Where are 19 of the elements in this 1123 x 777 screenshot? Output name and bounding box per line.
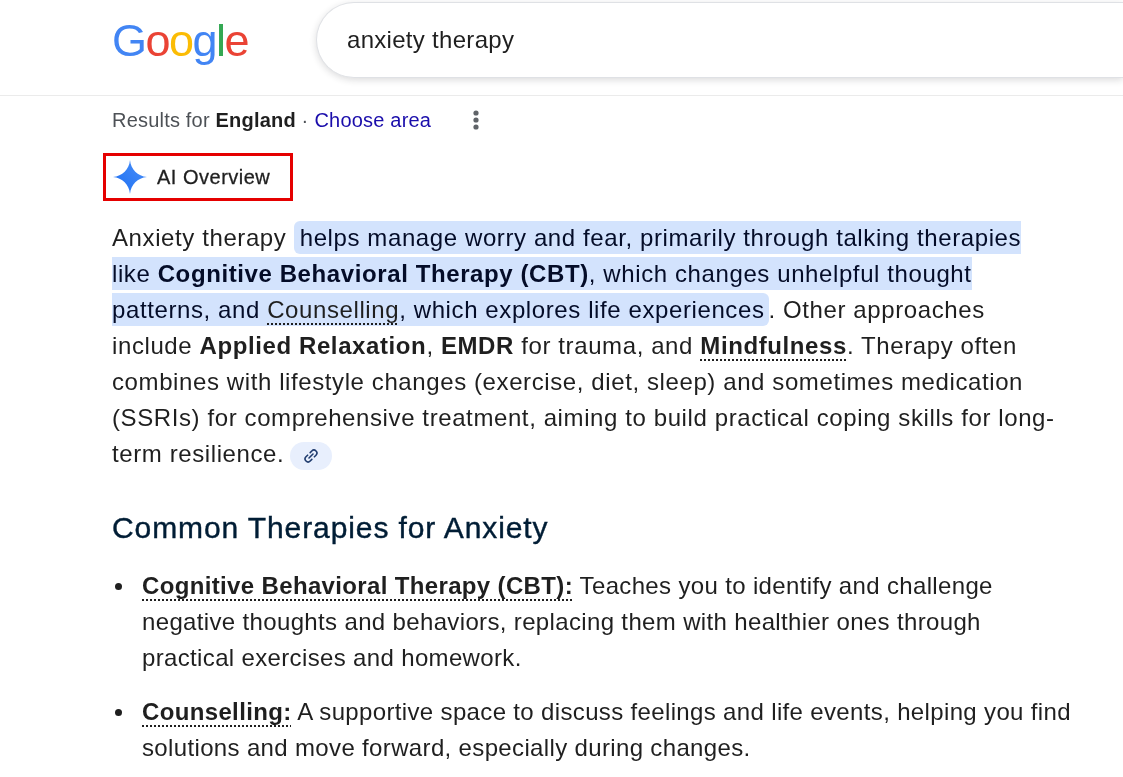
term-link[interactable]: Mindfulness	[700, 332, 847, 359]
ai-overview-title: AI Overview	[157, 165, 271, 190]
bullet-icon	[115, 583, 122, 590]
choose-area-link[interactable]: Choose area	[314, 107, 432, 133]
link-button[interactable]	[290, 441, 333, 470]
link-icon	[304, 448, 319, 463]
list-item-text: Counselling: A supportive space to discuss feelings and life events, helping you find solutions and move forward, especially during changes.	[142, 697, 1072, 763]
bullet-icon	[115, 709, 122, 716]
location-text: Results for England ·	[112, 108, 309, 133]
menu-dots-icon[interactable]	[473, 110, 480, 130]
list-item-text: Cognitive Behavioral Therapy (CBT): Teaches you to identify and challenge negative thoughts and behaviors, replacing them with healthier ones through practical exercises and homework.	[142, 571, 994, 673]
search-field[interactable]: anxiety therapy	[316, 2, 1123, 78]
section-heading: Common Therapies for Anxiety	[112, 510, 550, 546]
sparkle-icon	[113, 160, 147, 194]
term-link[interactable]: Counselling	[267, 293, 400, 326]
term-link[interactable]: Counselling:	[142, 698, 292, 725]
logo[interactable]: Google	[112, 17, 249, 63]
overview-paragraph: Anxiety therapy helps manage worry and fear, primarily through talking therapies like Cognitive Behavioral Therapy (CBT), which changes unhelpful thought patterns, and Counselling, which explores life experiences . Other approaches include Applied Relaxation, EMDR for trauma, and Mindfulness. Therapy often combines with lifestyle changes (exercise, diet, sleep) and sometimes medication (SSRIs) for comprehensive treatment, aiming to build practical coping skills for long-term resilience.	[112, 220, 1062, 472]
term-link[interactable]: Cognitive Behavioral Therapy (CBT):	[142, 572, 573, 599]
